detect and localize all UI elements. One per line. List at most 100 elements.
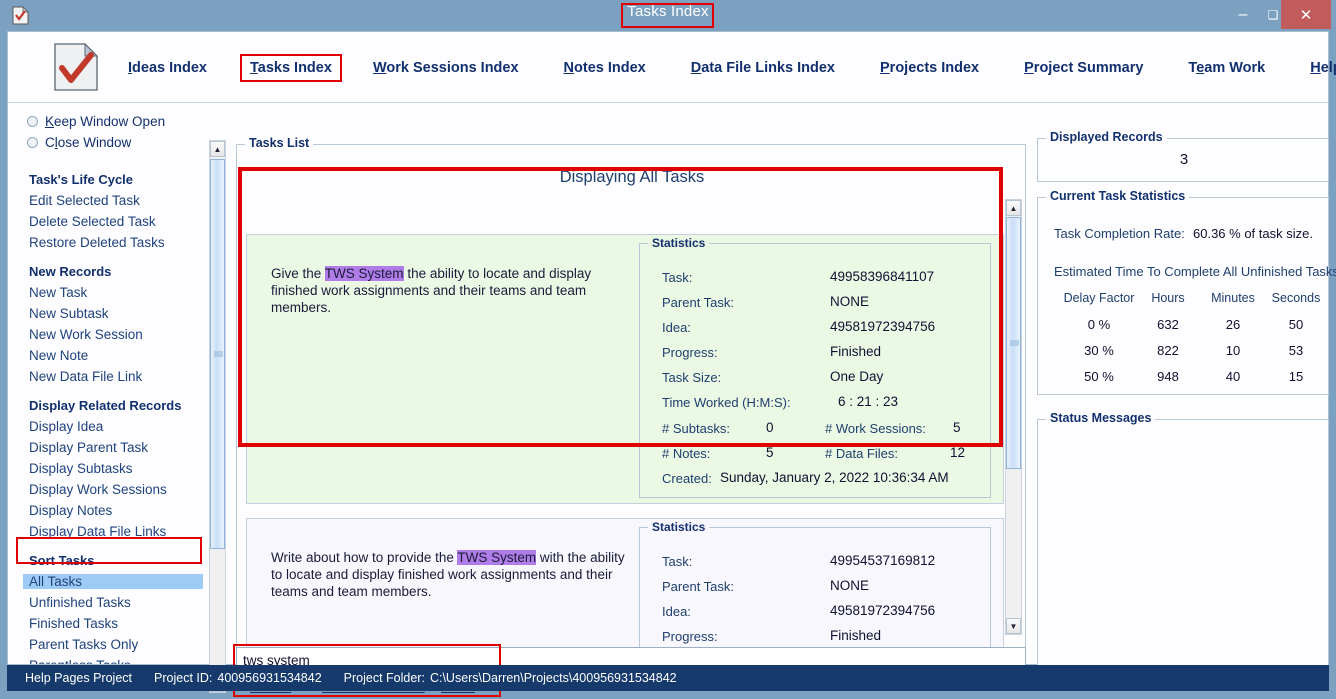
sidebar-item-new-work-session[interactable]: New Work Session xyxy=(29,327,143,342)
sidebar-item-restore-deleted-tasks[interactable]: Restore Deleted Tasks xyxy=(29,235,165,250)
status-project-folder: C:\Users\Darren\Projects\400956931534842 xyxy=(429,671,677,685)
cell-minutes-2: 40 xyxy=(1225,369,1241,384)
label-task-size: Task Size: xyxy=(662,370,722,385)
value-work-sessions: 5 xyxy=(953,420,961,435)
sidebar-item-parentless-tasks[interactable]: Parentless Tasks xyxy=(29,658,131,664)
radio-keep-window-open[interactable]: Keep Window Open xyxy=(27,114,165,129)
cell-seconds-2: 15 xyxy=(1288,369,1304,384)
value-parent-task: NONE xyxy=(830,578,870,593)
sidebar-item-display-notes[interactable]: Display Notes xyxy=(29,503,112,518)
label-idea: Idea: xyxy=(662,604,691,619)
nav-item-notes-index[interactable]: Notes Index xyxy=(556,56,654,80)
value-data-files: 12 xyxy=(950,445,966,460)
status-project-id-label: Project ID: xyxy=(154,671,213,685)
sidebar-scroll-up-icon[interactable]: ▲ xyxy=(210,141,225,157)
label-task: Task: xyxy=(662,554,693,569)
sidebar-heading-display-related-records: Display Related Records xyxy=(29,398,182,413)
value-task: 49958396841107 xyxy=(830,269,935,284)
nav-item-ideas-index[interactable]: Ideas Index xyxy=(120,56,215,80)
status-bar: Help Pages Project Project ID: 400956931… xyxy=(7,665,1329,691)
displayed-records-group: Displayed Records 3 xyxy=(1037,130,1329,182)
nav-item-tasks-index[interactable]: Tasks Index xyxy=(239,53,342,82)
tasklist-scroll-down-icon[interactable]: ▼ xyxy=(1006,618,1021,634)
value-time-worked: 6 : 21 : 23 xyxy=(838,394,899,409)
status-messages-legend: Status Messages xyxy=(1046,411,1156,425)
sidebar-item-parent-tasks-only[interactable]: Parent Tasks Only xyxy=(29,637,138,652)
sidebar-heading-new-records: New Records xyxy=(29,264,112,279)
nav-item-data-file-links-index[interactable]: Data File Links Index xyxy=(683,56,843,80)
status-project-folder-label: Project Folder: xyxy=(343,671,425,685)
sidebar-item-display-subtasks[interactable]: Display Subtasks xyxy=(29,461,133,476)
nav-item-list: Ideas Index Tasks Index Work Sessions Inde… xyxy=(120,32,1336,103)
nav-item-help[interactable]: Help xyxy=(1302,56,1336,80)
sidebar-scrollbar[interactable]: ▲ ▼ xyxy=(209,140,226,693)
sidebar-item-display-idea[interactable]: Display Idea xyxy=(29,419,103,434)
main-panel: Tasks List Displaying All Tasks Give the… xyxy=(236,112,1026,652)
cell-seconds-1: 53 xyxy=(1288,343,1304,358)
value-notes: 5 xyxy=(766,445,774,460)
navigation-bar: Ideas Index Tasks Index Work Sessions Inde… xyxy=(8,32,1336,103)
sidebar-item-edit-selected-task[interactable]: Edit Selected Task xyxy=(29,193,140,208)
close-button[interactable]: ✕ xyxy=(1281,0,1331,29)
value-parent-task: NONE xyxy=(830,294,870,309)
label-data-files: # Data Files: xyxy=(825,446,898,461)
value-progress: Finished xyxy=(830,344,882,359)
sidebar-item-display-work-sessions[interactable]: Display Work Sessions xyxy=(29,482,167,497)
cell-minutes-1: 10 xyxy=(1225,343,1241,358)
desc-text-before: Write about how to provide the xyxy=(271,550,458,565)
tasklist-scroll-up-icon[interactable]: ▲ xyxy=(1006,200,1021,216)
sidebar-item-new-subtask[interactable]: New Subtask xyxy=(29,306,109,321)
status-project-name: Help Pages Project xyxy=(25,671,133,685)
desc-text-before: Give the xyxy=(271,266,325,281)
status-messages-group: Status Messages xyxy=(1037,411,1329,684)
scroll-grip-icon xyxy=(1010,340,1019,346)
task-list-scrollbar[interactable]: ▲ ▼ xyxy=(1005,199,1022,635)
statistics-box: Statistics Task: 49958396841107 Parent T… xyxy=(639,236,991,498)
label-parent-task: Parent Task: xyxy=(662,579,735,594)
task-completion-rate-label: Task Completion Rate: xyxy=(1054,226,1185,241)
task-card[interactable]: Write about how to provide the TWS Syste… xyxy=(246,518,1004,650)
label-idea: Idea: xyxy=(662,320,691,335)
nav-item-work-sessions-index[interactable]: Work Sessions Index xyxy=(365,56,527,80)
cell-minutes-0: 26 xyxy=(1225,317,1241,332)
current-task-statistics-group: Current Task Statistics Task Completion … xyxy=(1037,189,1336,395)
sidebar-scroll-thumb[interactable] xyxy=(210,159,225,549)
scroll-grip-icon xyxy=(214,351,223,357)
displayed-records-legend: Displayed Records xyxy=(1046,130,1167,144)
statistics-box: Statistics Task: 49954537169812 Parent T… xyxy=(639,520,991,650)
sidebar-item-unfinished-tasks[interactable]: Unfinished Tasks xyxy=(29,595,131,610)
statistics-legend: Statistics xyxy=(648,236,710,250)
task-card[interactable]: Give the TWS System the ability to locat… xyxy=(246,234,1004,504)
application-window: Tasks Index – ❑ ✕ Ideas Index Tasks Index… xyxy=(0,0,1336,699)
cell-seconds-0: 50 xyxy=(1288,317,1304,332)
nav-item-project-summary[interactable]: Project Summary xyxy=(1016,56,1151,80)
sidebar-item-new-task[interactable]: New Task xyxy=(29,285,87,300)
sidebar-heading-sort-tasks: Sort Tasks xyxy=(29,553,95,568)
tasks-list-legend: Tasks List xyxy=(245,136,314,150)
col-minutes: Minutes xyxy=(1211,291,1255,305)
label-created: Created: xyxy=(662,471,712,486)
nav-item-team-work[interactable]: Team Work xyxy=(1180,56,1273,80)
task-description: Give the TWS System the ability to locat… xyxy=(271,265,626,316)
radio-label: Keep Window Open xyxy=(45,114,166,129)
radio-circle-icon xyxy=(27,116,38,127)
radio-label: Close Window xyxy=(45,135,132,150)
current-task-statistics-legend: Current Task Statistics xyxy=(1046,189,1190,203)
nav-item-projects-index[interactable]: Projects Index xyxy=(872,56,987,80)
label-notes: # Notes: xyxy=(662,446,711,461)
sidebar-item-new-data-file-link[interactable]: New Data File Link xyxy=(29,369,142,384)
task-description: Write about how to provide the TWS Syste… xyxy=(271,549,626,600)
sidebar-item-new-note[interactable]: New Note xyxy=(29,348,88,363)
sidebar-item-delete-selected-task[interactable]: Delete Selected Task xyxy=(29,214,156,229)
status-project-id: 400956931534842 xyxy=(217,671,322,685)
sidebar-item-display-parent-task[interactable]: Display Parent Task xyxy=(29,440,148,455)
minimize-button[interactable]: – xyxy=(1228,0,1258,29)
tasklist-scroll-thumb[interactable] xyxy=(1006,217,1021,469)
sidebar-item-finished-tasks[interactable]: Finished Tasks xyxy=(29,616,118,631)
value-subtasks: 0 xyxy=(766,420,774,435)
value-created: Sunday, January 2, 2022 10:36:34 AM xyxy=(720,470,949,485)
sidebar-item-all-tasks[interactable]: All Tasks xyxy=(23,574,203,589)
sidebar-item-display-data-file-links[interactable]: Display Data File Links xyxy=(29,524,166,539)
title-bar: Tasks Index – ❑ ✕ xyxy=(0,0,1336,31)
radio-close-window[interactable]: Close Window xyxy=(27,135,131,150)
